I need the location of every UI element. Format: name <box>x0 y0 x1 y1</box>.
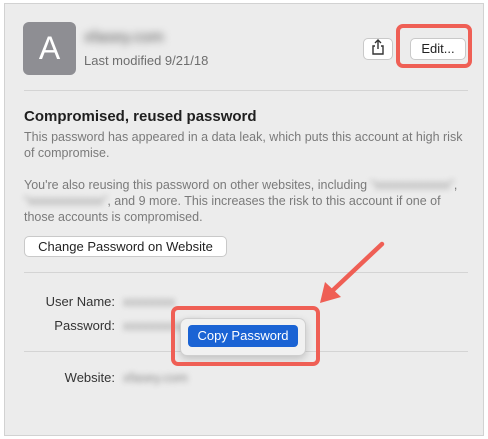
reuse-site-1: “xxxxxxxxxxxx” <box>370 178 454 192</box>
edit-button[interactable]: Edit... <box>410 38 466 60</box>
warning-reuse-text: You're also reusing this password on oth… <box>24 177 468 225</box>
password-detail-panel: A xfasey.com Last modified 9/21/18 Edit.… <box>4 3 484 436</box>
last-modified-text: Last modified 9/21/18 <box>84 53 209 68</box>
share-button[interactable] <box>363 38 393 60</box>
site-avatar: A <box>23 22 76 75</box>
site-name: xfasey.com <box>84 29 164 46</box>
copy-password-menu-item[interactable]: Copy Password <box>188 325 298 347</box>
context-menu: Copy Password <box>180 318 306 356</box>
password-label: Password: <box>54 318 115 333</box>
divider-top <box>24 90 468 91</box>
divider-middle <box>24 272 468 273</box>
reuse-separator: , <box>453 178 458 192</box>
website-label: Website: <box>64 370 115 385</box>
username-label: User Name: <box>45 294 115 309</box>
reuse-site-2: “xxxxxxxxxxxx” <box>24 194 108 208</box>
username-value[interactable]: xxxxxxxx <box>123 294 175 309</box>
share-icon <box>371 38 385 60</box>
change-password-button[interactable]: Change Password on Website <box>24 236 227 257</box>
warning-leak-text: This password has appeared in a data lea… <box>24 130 463 160</box>
website-value[interactable]: xfasey.com <box>123 370 188 385</box>
reuse-prefix: You're also reusing this password on oth… <box>24 178 368 192</box>
warning-title: Compromised, reused password <box>24 108 257 125</box>
